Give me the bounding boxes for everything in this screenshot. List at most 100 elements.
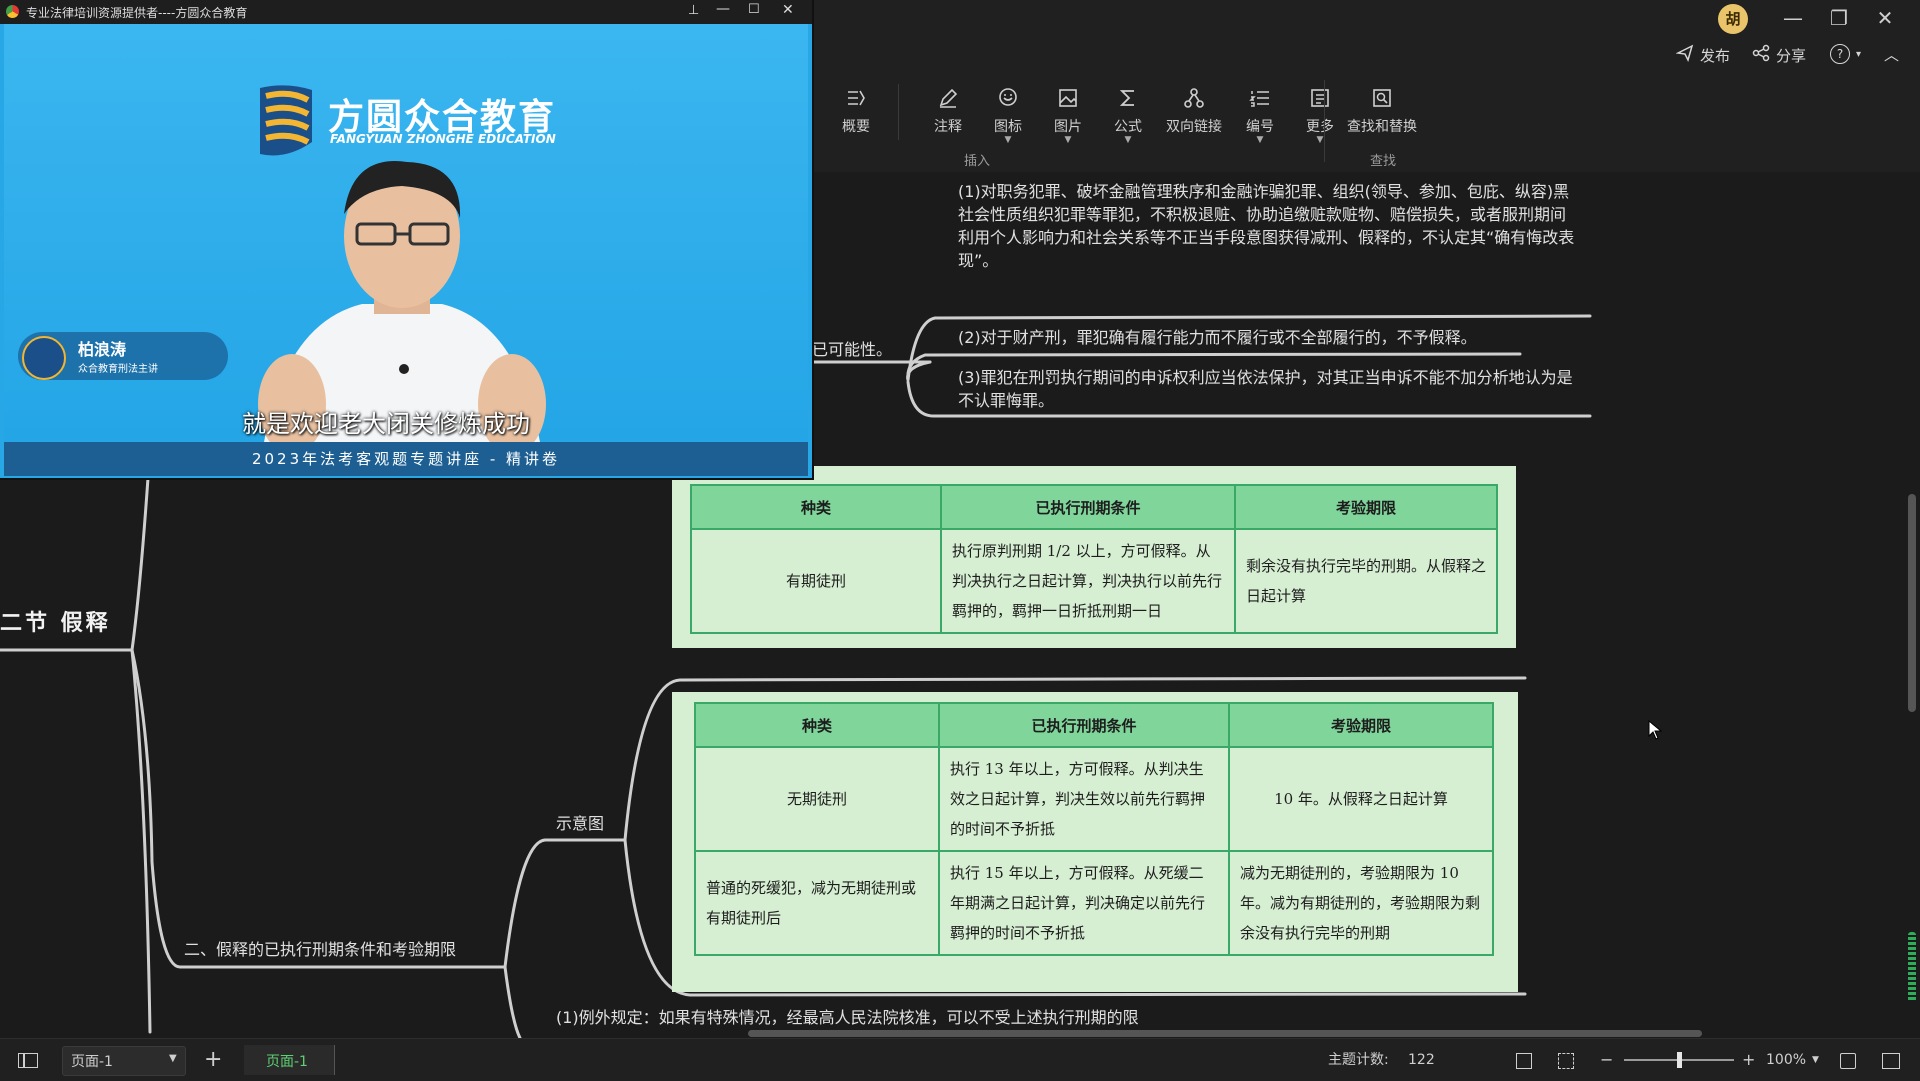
node-partial[interactable]: 已可能性。 — [812, 338, 892, 361]
tool-link-label: 双向链接 — [1166, 119, 1222, 135]
table-header: 种类 — [690, 484, 942, 530]
page-tab-label: 页面-1 — [266, 1054, 308, 1070]
pin-icon[interactable]: ⊥ — [688, 3, 699, 18]
maximize-icon[interactable]: ☐ — [748, 2, 760, 17]
zoom-slider-thumb[interactable] — [1677, 1052, 1682, 1068]
table-row: 无期徒刑 执行 13 年以上，方可假释。从判决生效之日起计算，判决生效以前先行羁… — [694, 746, 1494, 852]
formula-icon — [1096, 84, 1160, 112]
tool-summary[interactable]: 概要 — [824, 70, 888, 136]
tool-find-replace-label: 查找和替换 — [1347, 119, 1417, 135]
table-image-1[interactable]: 种类 已执行刑期条件 考验期限 有期徒刑 执行原判刑期 1/2 以上，方可假释。… — [672, 466, 1516, 648]
video-window-title: 专业法律培训资源提供者----方圆众合教育 — [26, 6, 248, 20]
table-cell: 有期徒刑 — [690, 528, 942, 634]
node-section-title[interactable]: 二节 假释 — [0, 612, 111, 635]
status-bar: 页面-1 ▼ + 页面-1 主题计数: 122 − + 100% ▼ — [0, 1038, 1920, 1081]
table-header: 考验期限 — [1228, 702, 1494, 748]
minimize-icon[interactable]: — — [716, 1, 730, 17]
tool-link[interactable]: 双向链接 — [1156, 70, 1232, 136]
zoom-out-icon[interactable]: − — [1600, 1039, 1613, 1081]
tool-marker[interactable]: 图标 ▼ — [976, 70, 1040, 145]
topic-count-value: 122 — [1408, 1052, 1435, 1068]
ribbon-divider — [1324, 80, 1325, 162]
help-button[interactable]: ? ▾ — [1830, 44, 1861, 64]
help-icon: ? — [1830, 44, 1850, 64]
chevron-down-icon: ▼ — [1316, 135, 1324, 145]
zoom-in-icon[interactable]: + — [1742, 1039, 1755, 1081]
table-cell: 10 年。从假释之日起计算 — [1228, 746, 1494, 852]
focus-icon[interactable] — [1558, 1039, 1574, 1081]
tool-numbering-label: 编号 — [1246, 119, 1274, 135]
node-branch-2[interactable]: 二、假释的已执行刑期条件和考验期限 — [184, 938, 456, 961]
mouse-cursor-icon — [1648, 719, 1663, 744]
table-cell: 执行 13 年以上，方可假释。从判决生效之日起计算，判决生效以前先行羁押的时间不… — [938, 746, 1230, 852]
ribbon-toolbar: 概要 注释 图标 ▼ 图片 ▼ 公式 ▼ 双向链接 编号 ▼ 更多 ▼ 插入 查… — [812, 70, 1920, 173]
share-label: 分享 — [1776, 46, 1807, 65]
tool-annotation[interactable]: 注释 — [916, 70, 980, 136]
page-tab-active[interactable]: 页面-1 — [244, 1045, 335, 1075]
marker-icon — [976, 84, 1040, 112]
node-rule-1[interactable]: (1)对职务犯罪、破坏金融管理秩序和金融诈骗犯罪、组织(领导、参加、包庇、纵容)… — [958, 180, 1580, 272]
node-diagram[interactable]: 示意图 — [556, 812, 604, 835]
tool-formula[interactable]: 公式 ▼ — [1096, 70, 1160, 145]
image-icon — [1036, 84, 1100, 112]
share-icon — [1752, 44, 1770, 66]
publish-button[interactable]: 发布 — [1675, 44, 1731, 66]
table-image-2[interactable]: 种类 已执行刑期条件 考验期限 无期徒刑 执行 13 年以上，方可假释。从判决生… — [672, 692, 1518, 992]
send-icon — [1675, 44, 1694, 66]
chevron-down-icon: ▼ — [1256, 135, 1264, 145]
table-cell: 减为无期徒刑的，考验期限为 10 年。减为有期徒刑的，考验期限为剩余没有执行完毕… — [1228, 850, 1494, 956]
node-exception[interactable]: (1)例外规定：如果有特殊情况，经最高人民法院核准，可以不受上述执行刑期的限 — [556, 1006, 1636, 1029]
node-rule-2[interactable]: (2)对于财产刑，罪犯确有履行能力而不履行或不全部履行的，不予假释。 — [958, 326, 1598, 349]
node-rule-3[interactable]: (3)罪犯在刑罚执行期间的申诉权利应当依法保护，对其正当申诉不能不加分析地认为是… — [958, 366, 1580, 412]
close-icon[interactable]: ✕ — [782, 2, 794, 18]
sidebar-toggle-icon[interactable] — [18, 1039, 38, 1081]
tool-formula-label: 公式 — [1114, 119, 1142, 135]
level-meter — [1908, 932, 1916, 1002]
group-find-label: 查找 — [1370, 154, 1397, 169]
table-cell: 无期徒刑 — [694, 746, 940, 852]
video-subtitle: 就是欢迎老大闭关修炼成功 — [242, 410, 530, 438]
restore-icon[interactable]: ❐ — [1824, 8, 1854, 28]
video-frame: 方圆众合教育 FANGYUAN ZHONGHE EDUCATION 柏浪涛 众合… — [4, 24, 808, 476]
add-page-icon[interactable]: + — [204, 1039, 222, 1081]
annotation-icon — [916, 84, 980, 112]
chevron-down-icon: ▼ — [1064, 135, 1072, 145]
vertical-scrollbar[interactable] — [1908, 494, 1916, 712]
brand-badge-icon — [22, 336, 66, 380]
horizontal-scrollbar[interactable] — [748, 1030, 1702, 1037]
user-avatar[interactable]: 胡 — [1718, 4, 1748, 34]
table-header: 已执行刑期条件 — [940, 484, 1236, 530]
table-cell: 执行原判刑期 1/2 以上，方可假释。从判决执行之日起计算，判决执行以前先行羁押… — [940, 528, 1236, 634]
fullscreen-icon[interactable] — [1840, 1039, 1856, 1081]
table-header: 种类 — [694, 702, 940, 748]
group-insert-label: 插入 — [964, 154, 991, 169]
tool-marker-label: 图标 — [994, 119, 1022, 135]
link-icon — [1156, 84, 1232, 112]
video-player-window[interactable]: 专业法律培训资源提供者----方圆众合教育 ⊥ — ☐ ✕ 方圆众合教育 FAN… — [0, 0, 812, 478]
table-header: 考验期限 — [1234, 484, 1498, 530]
video-title-bar: 专业法律培训资源提供者----方圆众合教育 ⊥ — ☐ ✕ — [0, 0, 812, 24]
find-replace-icon — [1334, 84, 1430, 112]
publish-label: 发布 — [1700, 46, 1731, 65]
tool-find-replace[interactable]: 查找和替换 — [1334, 70, 1430, 136]
tool-summary-label: 概要 — [842, 119, 870, 135]
chevron-down-icon: ▾ — [1856, 48, 1862, 60]
collapse-ribbon-icon[interactable]: ︿ — [1884, 44, 1899, 65]
tool-numbering[interactable]: 编号 ▼ — [1228, 70, 1292, 145]
tool-image[interactable]: 图片 ▼ — [1036, 70, 1100, 145]
numbering-icon — [1228, 84, 1292, 112]
zoom-slider[interactable] — [1624, 1052, 1734, 1068]
page-select[interactable]: 页面-1 ▼ — [62, 1046, 186, 1076]
minimize-icon[interactable]: — — [1778, 8, 1808, 28]
share-button[interactable]: 分享 — [1752, 44, 1806, 66]
zoom-level[interactable]: 100% — [1766, 1039, 1806, 1081]
teacher-nameplate: 柏浪涛 众合教育刑法主讲 — [18, 332, 228, 380]
table-header: 已执行刑期条件 — [938, 702, 1230, 748]
close-icon[interactable]: ✕ — [1870, 8, 1900, 28]
chevron-down-icon[interactable]: ▼ — [1812, 1039, 1819, 1081]
expand-width-icon[interactable] — [1882, 1039, 1900, 1081]
course-banner: 2023年法考客观题专题讲座 - 精讲卷 — [4, 442, 808, 476]
fit-page-icon[interactable] — [1516, 1039, 1532, 1081]
browser-icon — [6, 5, 19, 18]
page-select-value: 页面-1 — [71, 1054, 113, 1070]
